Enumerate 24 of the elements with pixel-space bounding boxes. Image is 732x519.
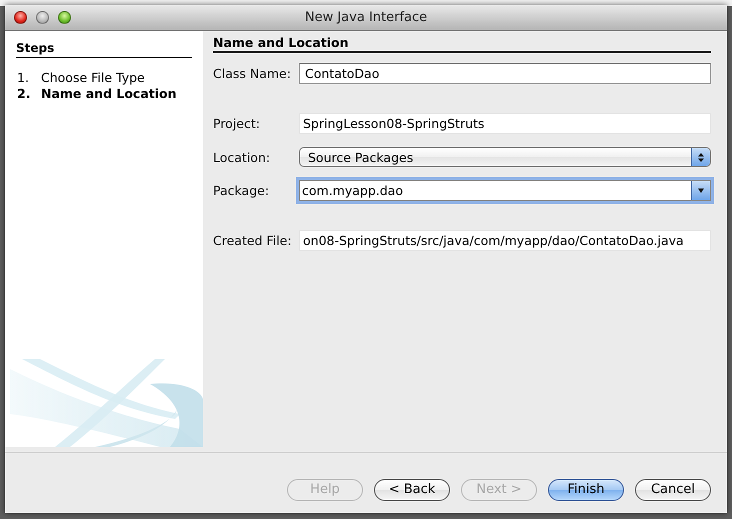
window-title: New Java Interface — [304, 10, 428, 25]
text-field[interactable]: ContatoDao — [299, 63, 711, 84]
field-label: Package: — [213, 183, 270, 198]
read-only-field[interactable]: SpringLesson08-SpringStruts — [299, 113, 711, 134]
close-button[interactable] — [14, 11, 27, 24]
step-number: 1. — [17, 70, 30, 85]
field-label: Created File: — [213, 233, 293, 248]
dialog-button[interactable]: < Back — [374, 478, 450, 500]
dialog-button[interactable]: Finish — [548, 478, 624, 500]
step-number: 2. — [17, 86, 32, 101]
field-label: Class Name: — [213, 66, 292, 81]
field-label: Project: — [213, 116, 261, 131]
read-only-field[interactable]: on08-SpringStruts/src/java/com/myapp/dao/ContatoDao.java — [299, 230, 711, 251]
field-label: Location: — [213, 150, 272, 164]
stepper-arrows-icon — [697, 152, 705, 162]
zoom-button[interactable] — [58, 11, 71, 24]
minimize-button[interactable] — [36, 11, 49, 24]
combo-box[interactable]: com.myapp.dao — [299, 180, 711, 201]
dialog-button[interactable]: Cancel — [635, 478, 711, 500]
dropdown[interactable]: Source Packages — [299, 147, 711, 167]
step-label: Choose File Type — [41, 70, 145, 85]
step-label: Name and Location — [41, 86, 177, 101]
steps-heading: Steps — [16, 41, 192, 58]
section-heading: Name and Location — [213, 35, 711, 53]
